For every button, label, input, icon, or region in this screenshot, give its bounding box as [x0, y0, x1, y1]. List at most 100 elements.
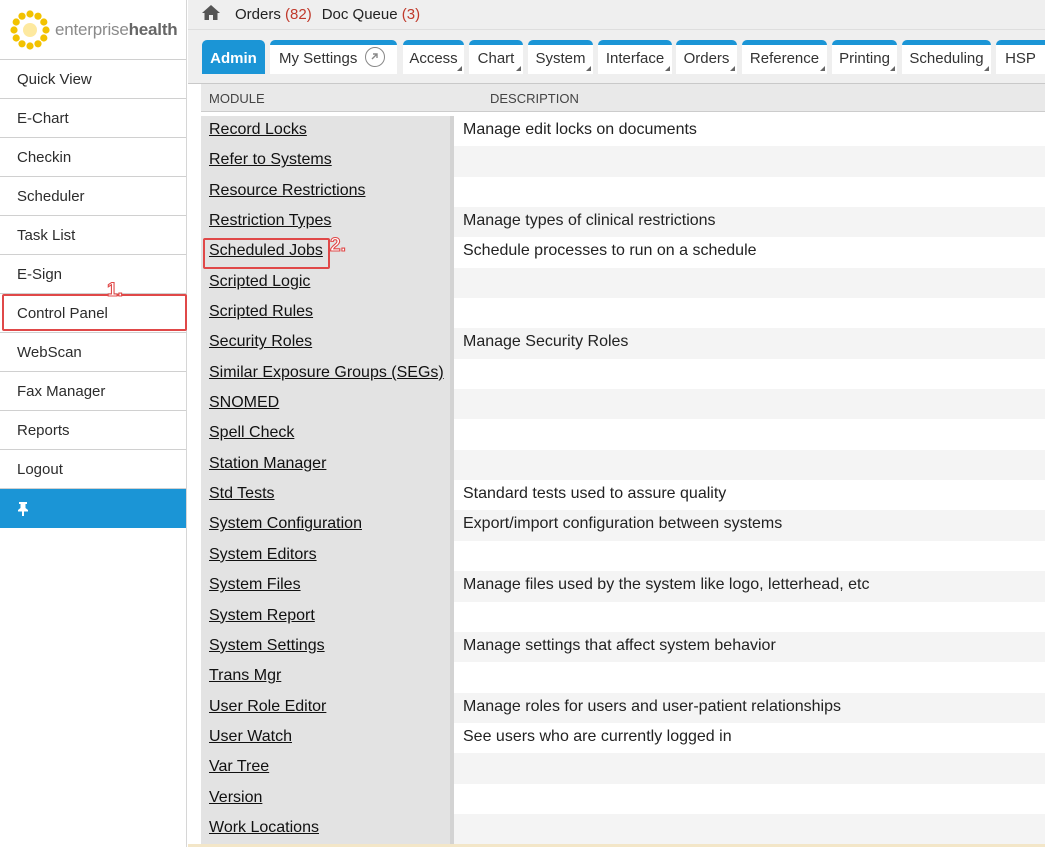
module-link[interactable]: Restriction Types [209, 212, 331, 230]
sidebar: enterprisehealth Quick View E-Chart Chec… [0, 0, 187, 847]
table-row: Restriction Types Manage types of clinica… [201, 207, 1045, 238]
doc-queue-link[interactable]: Doc Queue (3) [322, 6, 420, 23]
module-cell: Security Roles [201, 328, 454, 359]
table-row: Scripted Logic [201, 267, 1045, 299]
module-cell: Refer to Systems [201, 146, 454, 177]
external-link-icon[interactable] [365, 47, 386, 68]
module-link[interactable]: Resource Restrictions [209, 182, 366, 200]
description-cell: Manage edit locks on documents [463, 121, 697, 138]
tab-access[interactable]: Access [403, 40, 464, 74]
module-link[interactable]: Version [209, 789, 262, 807]
description-cell [454, 602, 1045, 632]
table-row: Version [201, 783, 1045, 814]
table-row: System Settings Manage settings that affe… [201, 631, 1045, 663]
sidebar-item-e-sign[interactable]: E-Sign [0, 255, 186, 294]
table-row: Std Tests Standard tests used to assure q… [201, 480, 1045, 511]
module-link[interactable]: System Settings [209, 637, 325, 655]
module-link[interactable]: Trans Mgr [209, 667, 281, 685]
module-link[interactable]: Scripted Rules [209, 303, 313, 321]
table-row: Spell Check [201, 419, 1045, 450]
table-row: System Editors [201, 540, 1045, 572]
module-cell: Std Tests [201, 480, 454, 511]
home-icon[interactable] [201, 4, 221, 25]
module-link[interactable]: System Report [209, 607, 315, 625]
module-cell: System Configuration [201, 510, 454, 541]
orders-link[interactable]: Orders (82) [235, 6, 312, 23]
description-cell [454, 419, 1045, 449]
module-link[interactable]: Similar Exposure Groups (SEGs) [209, 364, 444, 382]
module-link[interactable]: Var Tree [209, 758, 269, 776]
module-cell: System Report [201, 601, 454, 632]
module-cell: System Settings [201, 631, 454, 663]
module-cell: Scripted Rules [201, 298, 454, 329]
sidebar-item-reports[interactable]: Reports [0, 411, 186, 450]
module-link[interactable]: Station Manager [209, 455, 326, 473]
tab-scheduling[interactable]: Scheduling [902, 40, 991, 74]
table-row: Scripted Rules [201, 298, 1045, 329]
module-cell: Restriction Types [201, 207, 454, 238]
table-row: Record Locks Manage edit locks on documen… [201, 116, 1045, 147]
table-row: Refer to Systems [201, 146, 1045, 177]
module-link[interactable]: System Editors [209, 546, 317, 564]
description-cell: Manage settings that affect system behav… [454, 631, 1045, 663]
table-row: SNOMED [201, 389, 1045, 420]
module-cell: Var Tree [201, 753, 454, 784]
description-cell: Manage roles for users and user-patient … [454, 692, 1045, 723]
description-cell [454, 662, 1045, 692]
module-link[interactable]: User Role Editor [209, 698, 326, 716]
module-link[interactable]: SNOMED [209, 394, 279, 412]
tab-hsp[interactable]: HSP [996, 40, 1045, 74]
module-link[interactable]: Work Locations [209, 819, 319, 837]
sidebar-item-quick-view[interactable]: Quick View [0, 60, 186, 99]
module-link[interactable]: Record Locks [209, 121, 307, 139]
module-cell: System Editors [201, 540, 454, 572]
table-row: Work Locations [201, 813, 1045, 845]
module-cell: Similar Exposure Groups (SEGs) [201, 358, 454, 390]
highlight-scheduled-jobs [203, 238, 330, 269]
description-cell: See users who are currently logged in [463, 727, 732, 745]
module-cell: User Watch [201, 722, 454, 754]
description-cell [454, 813, 1045, 845]
logo[interactable]: enterprisehealth [0, 0, 186, 60]
tab-chart[interactable]: Chart [469, 40, 523, 74]
sidebar-item-e-chart[interactable]: E-Chart [0, 99, 186, 138]
table-row: Station Manager [201, 449, 1045, 481]
table-row: Trans Mgr [201, 662, 1045, 693]
sidebar-item-checkin[interactable]: Checkin [0, 138, 186, 177]
module-cell: Station Manager [201, 449, 454, 481]
sidebar-item-scheduler[interactable]: Scheduler [0, 177, 186, 216]
table-row: Var Tree [201, 753, 1045, 784]
module-link[interactable]: System Configuration [209, 515, 362, 533]
module-cell: Scripted Logic [201, 267, 454, 299]
table-row: Security Roles Manage Security Roles [201, 328, 1045, 359]
module-link[interactable]: Refer to Systems [209, 151, 332, 169]
module-link[interactable]: Scripted Logic [209, 273, 310, 291]
tab-system[interactable]: System [528, 40, 593, 74]
module-link[interactable]: Std Tests [209, 485, 275, 503]
module-link[interactable]: System Files [209, 576, 301, 594]
tab-interface[interactable]: Interface [598, 40, 672, 74]
sidebar-item-task-list[interactable]: Task List [0, 216, 186, 255]
module-cell: Trans Mgr [201, 662, 454, 693]
description-cell [454, 298, 1045, 328]
tab-my-settings[interactable]: My Settings [270, 40, 397, 74]
tab-reference[interactable]: Reference [742, 40, 827, 74]
module-link[interactable]: User Watch [209, 728, 292, 746]
sidebar-item-logout[interactable]: Logout [0, 450, 186, 489]
table-row: User Role Editor Manage roles for users a… [201, 692, 1045, 723]
description-cell [454, 177, 1045, 207]
sidebar-item-fax-manager[interactable]: Fax Manager [0, 372, 186, 411]
description-cell: Manage Security Roles [454, 328, 1045, 359]
tab-orders[interactable]: Orders [676, 40, 737, 74]
module-cell: Record Locks [201, 116, 454, 147]
module-link[interactable]: Security Roles [209, 333, 312, 351]
module-table: Record Locks Manage edit locks on documen… [201, 116, 1045, 845]
tab-admin[interactable]: Admin [202, 40, 265, 74]
description-cell: Export/import configuration between syst… [454, 510, 1045, 541]
sidebar-item-webscan[interactable]: WebScan [0, 333, 186, 372]
pin-button[interactable] [0, 489, 186, 528]
tab-printing[interactable]: Printing [832, 40, 897, 74]
description-cell [454, 541, 1045, 571]
module-cell: User Role Editor [201, 692, 454, 723]
module-link[interactable]: Spell Check [209, 424, 294, 442]
